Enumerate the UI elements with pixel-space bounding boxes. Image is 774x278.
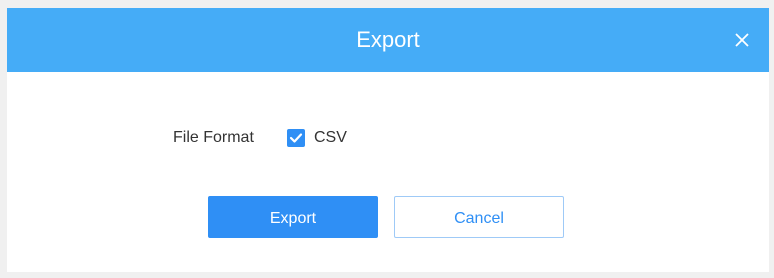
dialog-body: File Format CSV Export Cancel [7,72,769,272]
cancel-button[interactable]: Cancel [394,196,564,238]
csv-checkbox[interactable] [287,129,305,147]
checkmark-icon [289,133,303,143]
export-dialog: Export File Format CSV Export Cancel [7,8,769,272]
dialog-header: Export [7,8,769,72]
close-icon[interactable] [733,31,751,49]
file-format-label: File Format [173,129,254,146]
export-button[interactable]: Export [208,196,378,238]
dialog-title: Export [356,27,420,52]
close-icon-svg [735,33,749,47]
csv-label[interactable]: CSV [314,128,347,148]
